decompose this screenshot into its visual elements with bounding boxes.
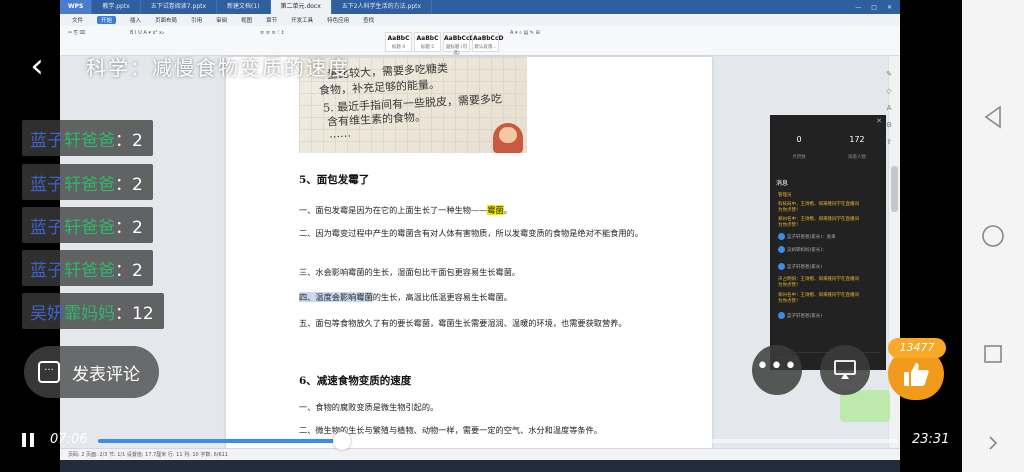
- clipboard-group-icon[interactable]: ✂ ⎘ ⌧: [68, 30, 85, 36]
- menu-item[interactable]: 查找: [363, 16, 374, 24]
- cast-button[interactable]: [820, 345, 870, 395]
- thumbs-up-icon: [904, 363, 929, 386]
- viewers-label: 观看人数: [848, 155, 866, 160]
- chat-message: 蓝子轩爸爸(家长): [778, 263, 882, 271]
- comment-label: 发表评论: [72, 364, 140, 385]
- menu-item[interactable]: 审阅: [216, 16, 227, 24]
- windows-taskbar: [60, 460, 900, 472]
- avatar: [778, 312, 785, 319]
- chat-message: 管理员: [778, 193, 792, 198]
- gift-notice: 蓝子 轩爸爸 ：2: [22, 164, 153, 200]
- likes-label: 点赞数: [792, 155, 806, 160]
- like-count-badge: 13477: [888, 338, 946, 358]
- progress-bar[interactable]: [98, 432, 898, 450]
- menu-item[interactable]: 章节: [266, 16, 277, 24]
- nav-back-icon[interactable]: [978, 102, 1008, 132]
- style-preset[interactable]: AaBbCcD 副标题 (可选): [443, 32, 475, 56]
- android-nav-bar: [962, 0, 1024, 472]
- menu-item[interactable]: 特色应用: [327, 16, 349, 24]
- wps-doc-tab-active[interactable]: 第二单元.docx: [270, 0, 332, 14]
- wps-doc-tab[interactable]: 新建文档(1): [217, 0, 271, 14]
- close-icon[interactable]: ✕: [876, 117, 882, 125]
- paragraph: 三、水会影响霉菌的生长，湿面包比干面包更容易生长霉菌。: [299, 267, 521, 277]
- paragraph: 二、因为霉变过程中产生的霉菌含有对人体有害物质，所以发霉变质的食物是绝对不能食用…: [299, 228, 643, 238]
- nav-recents-icon[interactable]: [978, 339, 1008, 369]
- played-bar: [98, 439, 342, 443]
- paragraph: 一、面包发霉是因为在它的上面生长了一种生物——霉菌。: [299, 205, 512, 215]
- wps-doc-tab[interactable]: 教学.pptx: [92, 0, 141, 14]
- gift-notice: 吴妍 霏妈妈 ：12: [22, 293, 164, 329]
- font-group-icon[interactable]: B I U A ▾ x² x₂: [130, 30, 164, 36]
- nav-home-icon[interactable]: [978, 221, 1008, 251]
- wps-doc-tab[interactable]: 五下试卷阅读7.pptx: [141, 0, 218, 14]
- wps-status-bar: 页码: 2 页面: 2/3 节: 1/1 设置值: 17.7厘米 行: 11 列…: [60, 448, 900, 460]
- live-replay-screen: WPS 教学.pptx 五下试卷阅读7.pptx 新建文档(1) 第二单元.do…: [0, 0, 1024, 472]
- document-page[interactable]: 量比较大，需要多吃糖类 食物，补充足够的能量。 5. 最近手指间有一些脱皮，需要…: [226, 57, 712, 448]
- avatar: [778, 233, 785, 240]
- current-time: 07:06: [50, 432, 88, 447]
- share-icon[interactable]: ⇪: [886, 138, 892, 146]
- menu-item[interactable]: 开发工具: [291, 16, 313, 24]
- likes-value: 0: [796, 135, 802, 144]
- highlighted-term: 霉菌: [487, 205, 504, 215]
- more-button[interactable]: •••: [752, 345, 802, 395]
- gift-notice: 蓝子 轩爸爸 ：2: [22, 250, 153, 286]
- chat-message: 蓝子轩爸爸(家长)：进来: [778, 233, 882, 241]
- style-preset[interactable]: AaBbC 标题 4: [385, 32, 412, 52]
- chat-message: 为你点赞！: [778, 223, 801, 228]
- menu-item-active[interactable]: 开始: [97, 16, 117, 24]
- comment-button[interactable]: ··· 发表评论: [24, 346, 159, 398]
- gift-notice: 蓝子 轩爸爸 ：2: [22, 207, 153, 243]
- paragraph-group-icon[interactable]: ≡ ≡ ≡ ⁝ ↕: [260, 30, 285, 36]
- comment-icon: ···: [38, 361, 60, 383]
- style-preset[interactable]: AaBbCcD 默认段落...: [472, 32, 504, 52]
- progress-handle[interactable]: [333, 432, 351, 450]
- back-arrow-icon[interactable]: ‹: [22, 48, 52, 86]
- window-controls: — □ ✕: [855, 3, 892, 11]
- chat-message: 为你点赞！: [778, 299, 801, 304]
- chat-message: 为你点赞！: [778, 208, 801, 213]
- chevron-right-icon[interactable]: [978, 428, 1008, 458]
- paragraph: 一、食物的腐败变质是微生物引起的。: [299, 402, 439, 412]
- gift-notice: 蓝子 轩爸爸 ：2: [22, 120, 153, 156]
- menu-item[interactable]: 引用: [191, 16, 202, 24]
- chat-message: 为你点赞！: [778, 283, 801, 288]
- section-heading: 6、减速食物变质的速度: [299, 375, 412, 387]
- menu-item[interactable]: 文件: [72, 16, 83, 24]
- menu-item[interactable]: 插入: [130, 16, 141, 24]
- avatar: [778, 263, 785, 270]
- wps-tab-bar: WPS 教学.pptx 五下试卷阅读7.pptx 新建文档(1) 第二单元.do…: [60, 0, 900, 14]
- wps-doc-tab[interactable]: 五下2人科学生活的方法.pptx: [332, 0, 433, 14]
- chat-message: 蓝子轩爸爸(家长): [778, 312, 882, 320]
- section-heading: 5、面包发霉了: [299, 174, 370, 186]
- pause-button[interactable]: [18, 430, 38, 452]
- avatar: [778, 246, 785, 253]
- cartoon-boy-illustration: [493, 123, 523, 153]
- tools-group-icon[interactable]: A ▾ ⌕ ▤ ✎ ⊞: [510, 30, 540, 36]
- cast-icon: [834, 360, 856, 379]
- paragraph: 五、面包等食物放久了有的要长霉菌，霉菌生长需要湿润、温暖的环境，也需要获取营养。: [299, 318, 627, 328]
- pen-icon[interactable]: ✎: [886, 70, 892, 78]
- paragraph: 二、微生物的生长与繁殖与植物、动物一样，需要一定的空气、水分和温度等条件。: [299, 425, 602, 435]
- menu-item[interactable]: 视图: [241, 16, 252, 24]
- picture-text: ……: [328, 126, 352, 141]
- selected-text: 四、温度会影响霉菌: [299, 292, 373, 302]
- viewers-value: 172: [849, 135, 865, 144]
- paragraph: 四、温度会影响霉菌的生长，高温比低温更容易生长霉菌。: [299, 292, 512, 302]
- live-stats: 0 点赞数 172 观看人数: [770, 135, 886, 160]
- menu-item[interactable]: 页面布局: [155, 16, 177, 24]
- shape-icon[interactable]: ◇: [886, 87, 891, 95]
- total-time: 23:31: [912, 432, 950, 447]
- live-chat-panel: ✕ 0 点赞数 172 观看人数 消息 管理员 科技局中，王诗楷、郑来隆同学在直播间…: [770, 115, 886, 370]
- wps-menu-bar: 文件 开始 插入 页面布局 引用 审阅 视图 章节 开发工具 特色应用 查找: [60, 14, 900, 26]
- chat-message: 吴妍霏妈妈(家长)：: [778, 246, 882, 254]
- style-icon[interactable]: A: [887, 104, 892, 112]
- wps-logo-tab[interactable]: WPS: [60, 0, 93, 14]
- lesson-title: 科学：减慢食物变质的速度: [86, 56, 350, 80]
- style-preset[interactable]: AaBbC 标题 5: [414, 32, 441, 52]
- settings-icon[interactable]: ⚙: [886, 121, 892, 129]
- messages-title: 消息: [776, 180, 789, 187]
